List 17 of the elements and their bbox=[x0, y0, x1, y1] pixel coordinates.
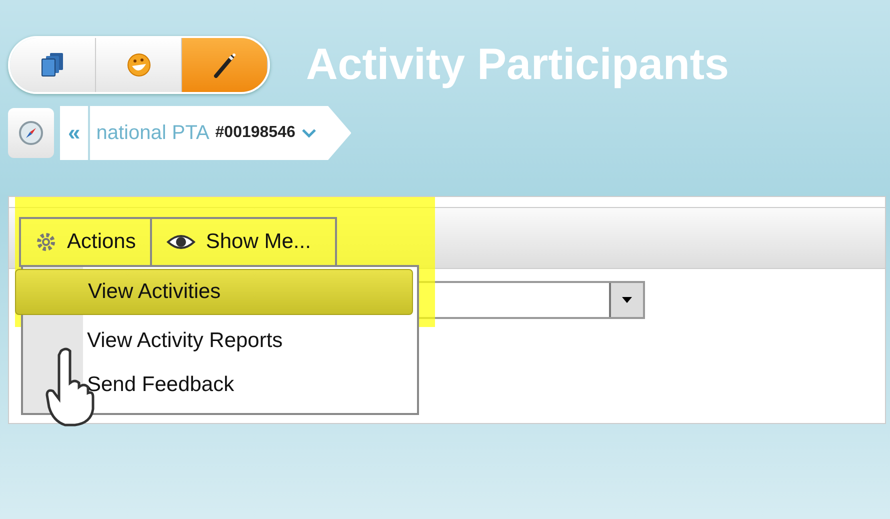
menu-item[interactable]: View Activities bbox=[15, 269, 413, 315]
menu-item[interactable]: Send Feedback bbox=[27, 363, 413, 407]
app-tab[interactable] bbox=[182, 38, 268, 92]
page-title: Activity Participants bbox=[306, 40, 730, 90]
caret-icon bbox=[621, 296, 633, 304]
record-number: #00198546 bbox=[215, 124, 296, 142]
app-tab[interactable] bbox=[10, 38, 96, 92]
toolbar-button[interactable]: Actions bbox=[21, 219, 150, 265]
gear-icon bbox=[35, 231, 57, 253]
smiley-icon bbox=[126, 52, 152, 78]
compass-icon bbox=[18, 120, 44, 146]
books-icon bbox=[40, 52, 64, 78]
chevron-down-icon[interactable] bbox=[301, 127, 318, 139]
magic-wand-icon bbox=[212, 52, 236, 78]
dropdown-button[interactable] bbox=[609, 283, 643, 317]
menu-item[interactable]: View Activity Reports bbox=[27, 319, 413, 363]
navigator-button[interactable] bbox=[8, 108, 54, 158]
